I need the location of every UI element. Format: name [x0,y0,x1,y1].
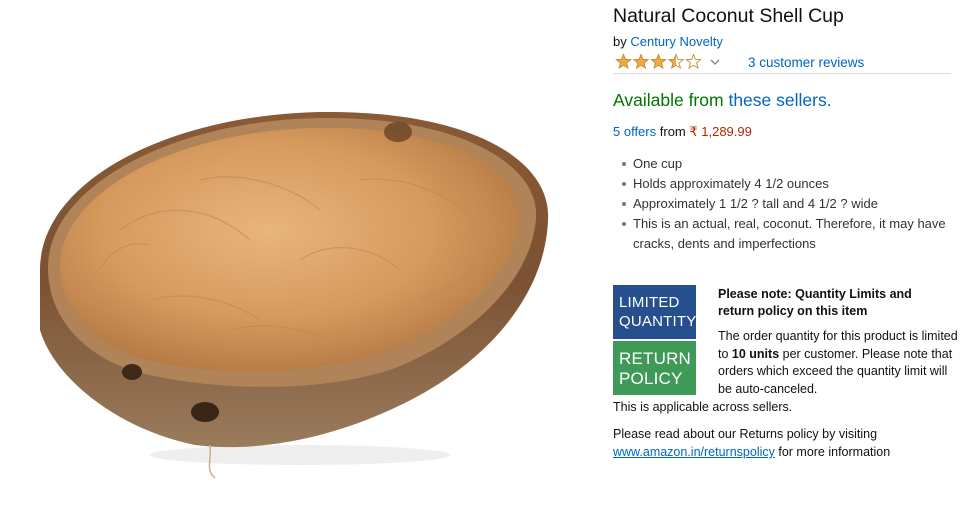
returns-policy-link[interactable]: www.amazon.in/returnspolicy [613,445,775,459]
offers-line: 5 offers from ₹ 1,289.99 [613,124,752,140]
returns-policy-line: Please read about our Returns policy by … [613,425,953,461]
brand-link[interactable]: Century Novelty [630,34,722,49]
returns-suffix: for more information [774,445,891,459]
return-policy-badge: RETURN POLICY [613,341,696,395]
by-prefix: by [613,34,627,49]
customer-reviews-link[interactable]: 3 customer reviews [748,55,864,70]
feature-bullets: One cup Holds approximately 4 1/2 ounces… [621,154,956,254]
feature-bullet: One cup [621,154,956,174]
quantity-limit-body: The order quantity for this product is l… [718,328,958,398]
these-sellers-link[interactable]: these sellers. [728,90,831,110]
divider [613,73,951,74]
rating-row: 3 customer reviews [615,53,864,71]
feature-bullet: Approximately 1 1/2 ? tall and 4 1/2 ? w… [621,194,956,214]
badge-text: RETURN [619,349,692,368]
unit-limit: 10 units [731,346,780,361]
star-icon [615,53,632,70]
badge-text: POLICY [619,369,683,388]
star-icon [667,53,685,70]
availability-text: Available from [613,90,724,110]
offers-from: from [659,124,686,139]
sellers-note: This is applicable across sellers. [613,400,793,414]
limited-quantity-badge: LIMITED QUANTITY [613,285,696,339]
star-icon [685,53,702,70]
availability: Available from these sellers. [613,90,832,111]
offers-link[interactable]: 5 offers [613,124,656,139]
chevron-down-icon[interactable] [710,57,720,67]
star-icon [650,53,667,70]
star-rating[interactable] [615,53,703,71]
badge-text: QUANTITY [619,313,697,330]
byline: by Century Novelty [613,34,723,49]
product-image[interactable] [0,0,600,500]
star-icon [632,53,650,70]
product-title: Natural Coconut Shell Cup [613,5,844,27]
star-rating-icon [615,53,702,70]
offer-price: ₹ 1,289.99 [689,124,752,139]
returns-text: Please read about our Returns policy by … [613,427,878,441]
quantity-limit-heading: Please note: Quantity Limits and return … [718,287,912,318]
coconut-shell-cup-photo [40,111,549,479]
feature-bullet: Holds approximately 4 1/2 ounces [621,174,956,194]
badge-text: LIMITED [619,294,680,311]
feature-bullet: This is an actual, real, coconut. Theref… [621,214,956,254]
